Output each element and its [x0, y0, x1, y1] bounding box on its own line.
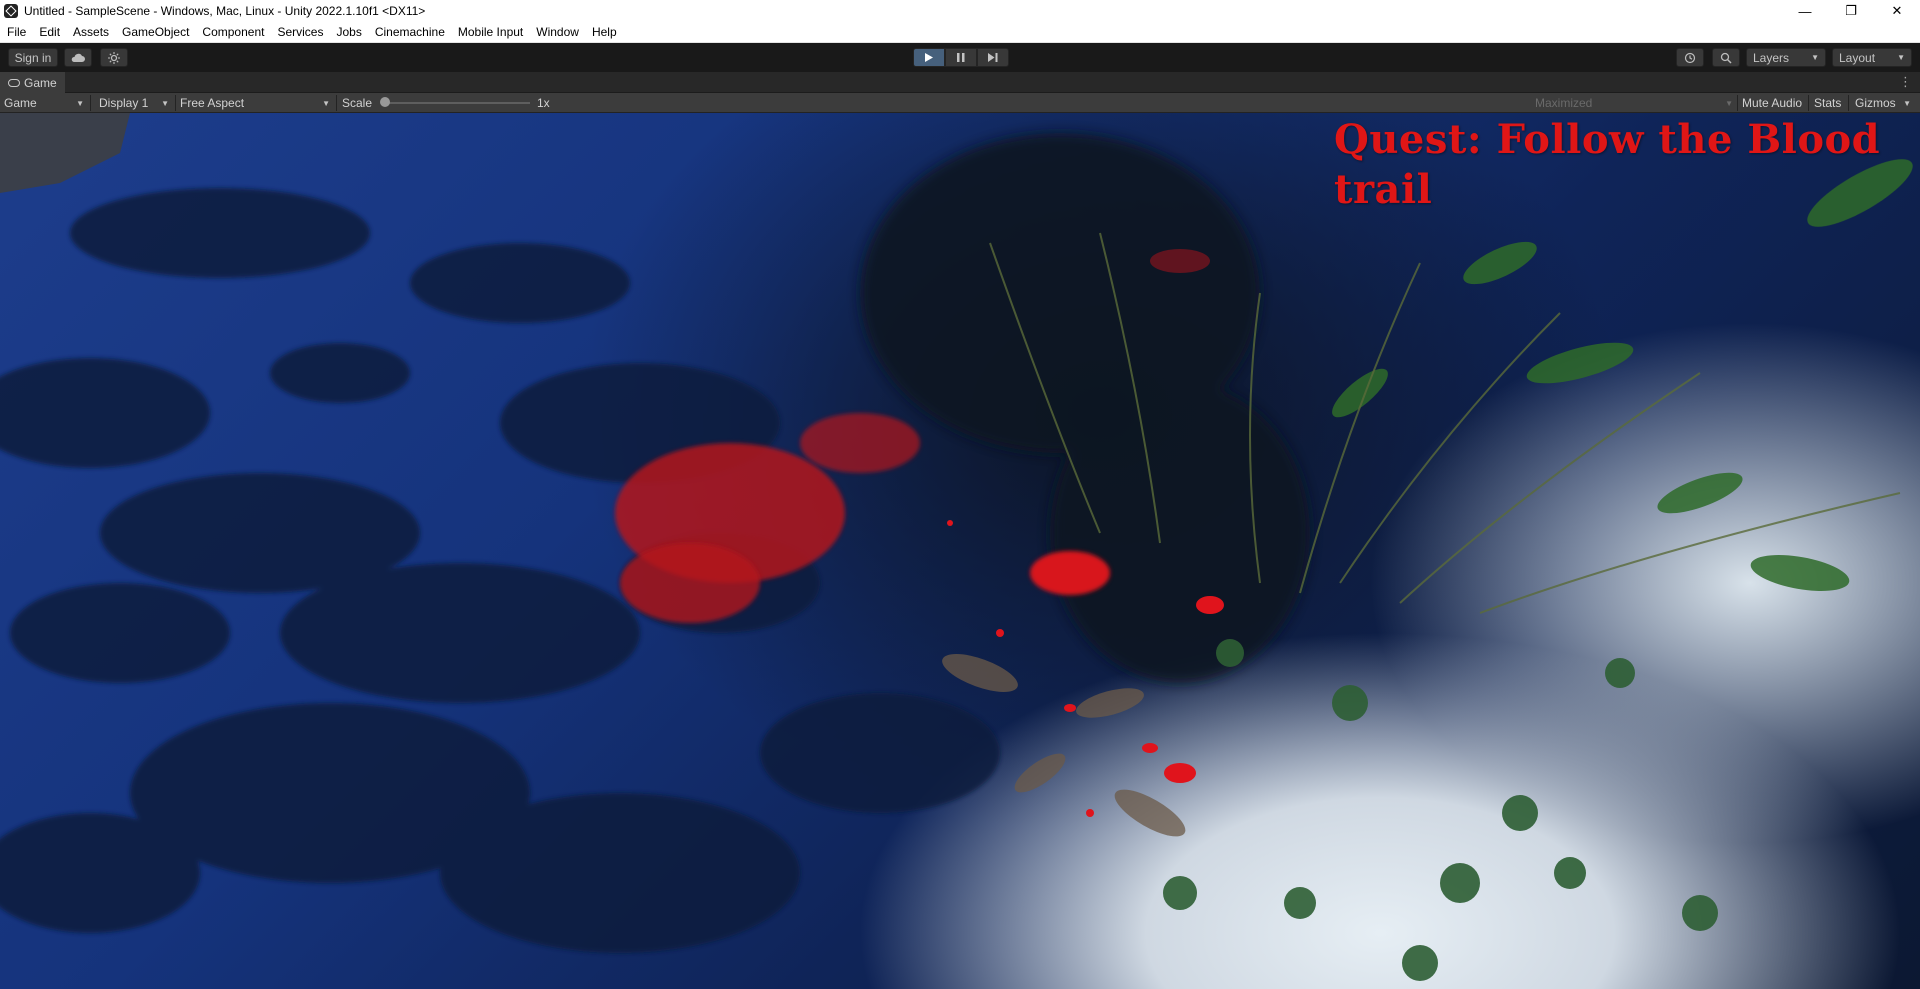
stats-button[interactable]: Stats	[1814, 93, 1841, 113]
search-icon[interactable]	[1712, 48, 1740, 67]
scale-label: Scale	[342, 96, 373, 110]
chevron-down-icon: ▼	[1897, 53, 1905, 62]
pause-icon[interactable]	[945, 48, 977, 67]
rock	[0, 113, 130, 193]
mute-audio-button[interactable]: Mute Audio	[1742, 93, 1802, 113]
gizmos-dropdown[interactable]: Gizmos ▼	[1855, 93, 1915, 113]
scale-value: 1x	[537, 96, 550, 110]
divider	[90, 95, 91, 111]
tab-game[interactable]: Game	[0, 72, 65, 93]
cloud-icon[interactable]	[64, 48, 92, 67]
view-type-dropdown[interactable]: Game ▼	[4, 93, 88, 113]
minimize-icon[interactable]: —	[1782, 0, 1828, 22]
unity-logo-icon	[4, 4, 18, 18]
divider	[1737, 95, 1738, 111]
game-tab-bar: Game ⋮	[0, 72, 1920, 93]
menu-file[interactable]: File	[0, 25, 32, 39]
window-title: Untitled - SampleScene - Windows, Mac, L…	[24, 4, 426, 18]
menu-bar: File Edit Assets GameObject Component Se…	[0, 22, 1920, 43]
collab-icon[interactable]	[100, 48, 128, 67]
divider	[175, 95, 176, 111]
shrub-shadow	[860, 133, 1310, 683]
menu-window[interactable]: Window	[529, 25, 585, 39]
menu-help[interactable]: Help	[585, 25, 623, 39]
tab-game-label: Game	[24, 75, 57, 90]
menu-assets[interactable]: Assets	[66, 25, 115, 39]
more-options-icon[interactable]: ⋮	[1899, 74, 1912, 90]
close-icon[interactable]: ✕	[1874, 0, 1920, 22]
divider	[336, 95, 337, 111]
chevron-down-icon: ▼	[322, 98, 330, 108]
layers-label: Layers	[1753, 50, 1790, 65]
scale-slider-track[interactable]	[386, 102, 530, 104]
game-viewport[interactable]: Quest: Follow the Blood trail	[0, 113, 1920, 989]
aspect-dropdown[interactable]: Free Aspect ▼	[180, 93, 334, 113]
chevron-down-icon: ▼	[1725, 98, 1733, 108]
chevron-down-icon: ▼	[76, 98, 84, 108]
quest-objective-text: Quest: Follow the Blood trail	[1334, 116, 1881, 213]
divider	[1808, 95, 1809, 111]
layers-dropdown[interactable]: Layers ▼	[1746, 48, 1826, 67]
window-controls: — ❐ ✕	[1782, 0, 1920, 22]
layout-dropdown[interactable]: Layout ▼	[1832, 48, 1912, 67]
aspect-label: Free Aspect	[180, 96, 245, 110]
sign-in-button[interactable]: Sign in	[8, 48, 58, 67]
divider	[1848, 95, 1849, 111]
game-scene	[0, 113, 1913, 981]
display-dropdown[interactable]: Display 1 ▼	[99, 93, 173, 113]
chevron-down-icon: ▼	[1811, 53, 1819, 62]
menu-mobile-input[interactable]: Mobile Input	[451, 25, 529, 39]
ivy-leaves	[1163, 639, 1718, 981]
maximized-label: Maximized	[1535, 96, 1593, 110]
game-view-controls: Game ▼ Display 1 ▼ Free Aspect ▼ Scale 1…	[0, 93, 1920, 113]
play-icon[interactable]	[913, 48, 945, 67]
menu-gameobject[interactable]: GameObject	[115, 25, 195, 39]
step-icon[interactable]	[977, 48, 1009, 67]
display-label: Display 1	[99, 96, 149, 110]
menu-services[interactable]: Services	[270, 25, 329, 39]
main-toolbar: Sign in Layers ▼ Layout ▼	[0, 43, 1920, 72]
gizmos-label: Gizmos	[1855, 96, 1896, 110]
history-icon[interactable]	[1676, 48, 1704, 67]
view-type-label: Game	[4, 96, 37, 110]
title-bar: Untitled - SampleScene - Windows, Mac, L…	[0, 0, 1920, 22]
layout-label: Layout	[1839, 50, 1876, 65]
leaf-shadows	[0, 188, 1000, 953]
menu-jobs[interactable]: Jobs	[329, 25, 367, 39]
menu-cinemachine[interactable]: Cinemachine	[368, 25, 451, 39]
restore-icon[interactable]: ❐	[1828, 0, 1874, 22]
chevron-down-icon: ▼	[1903, 98, 1911, 108]
chevron-down-icon: ▼	[161, 98, 169, 108]
menu-edit[interactable]: Edit	[32, 25, 66, 39]
menu-component[interactable]: Component	[195, 25, 270, 39]
maximized-dropdown[interactable]: Maximized ▼	[1535, 93, 1737, 113]
playmode-controls	[913, 48, 1009, 67]
scale-slider-handle[interactable]	[380, 97, 390, 107]
gamepad-icon	[8, 78, 20, 87]
